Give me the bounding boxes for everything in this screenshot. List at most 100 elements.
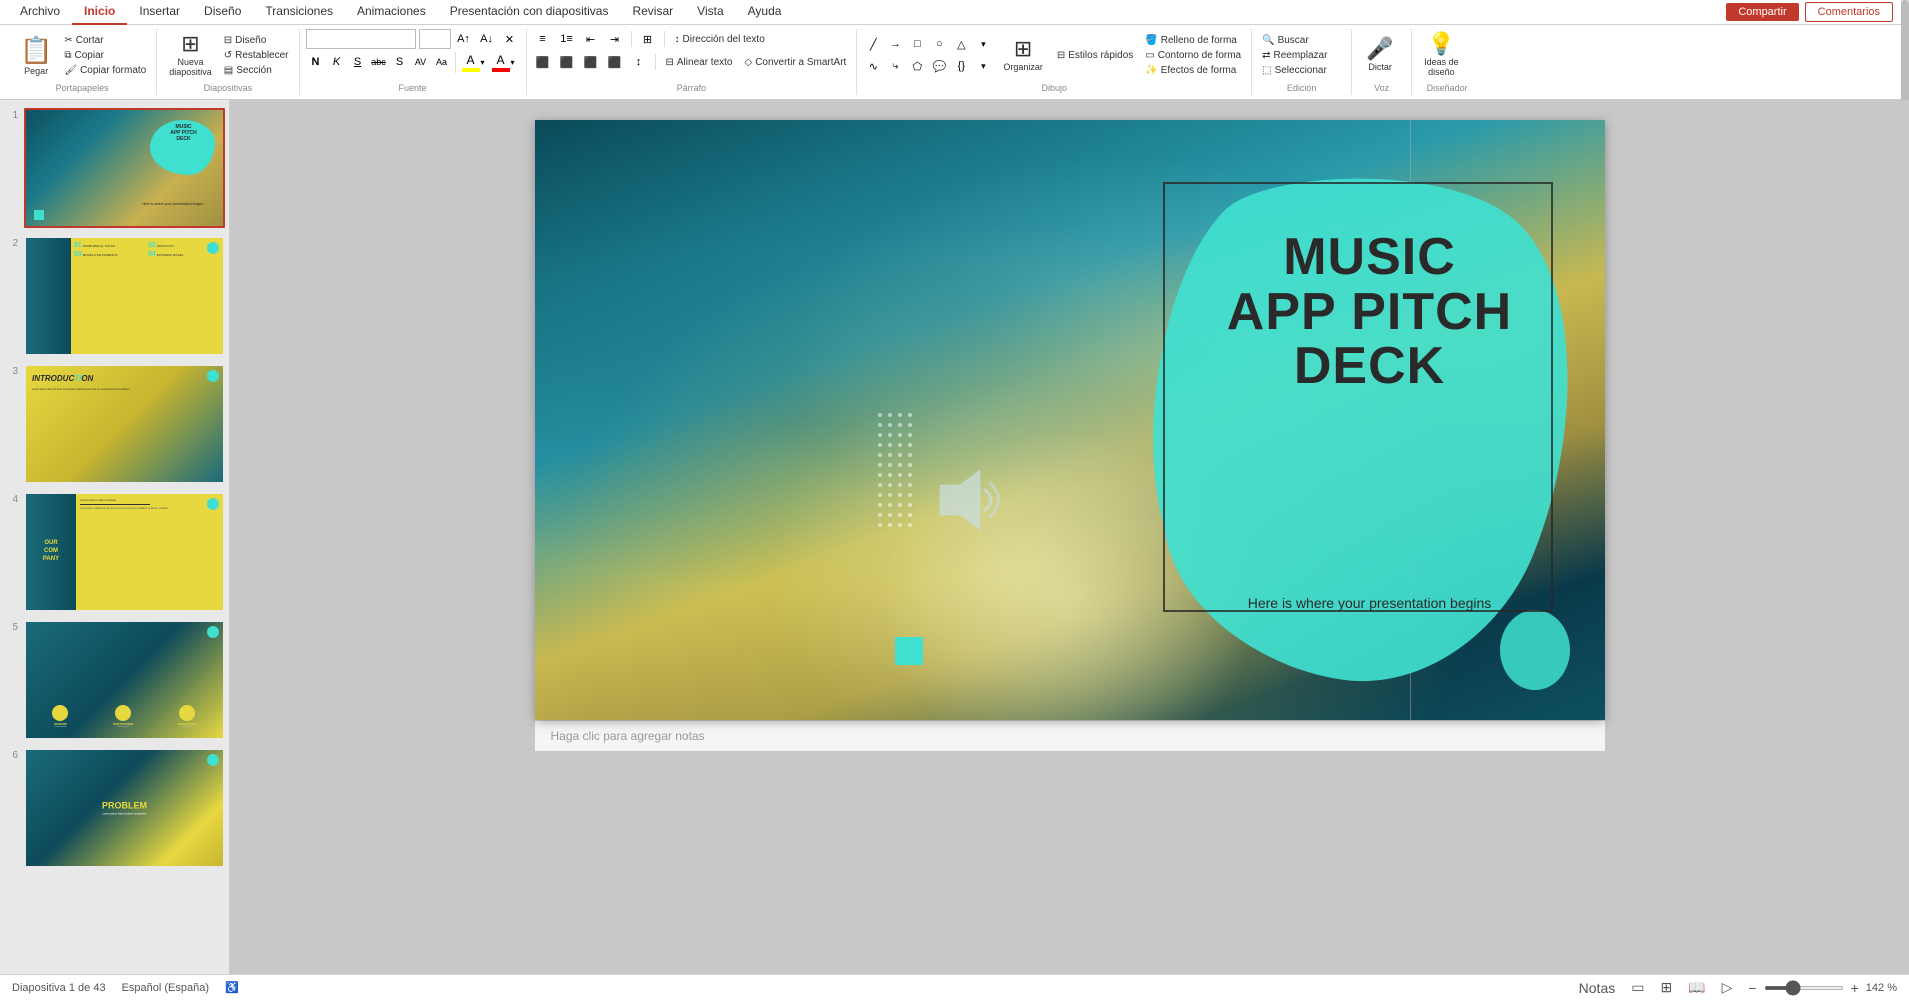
slide-sorter-button[interactable]: ⊞ bbox=[1657, 979, 1675, 996]
align-left-button[interactable]: ⬛ bbox=[533, 52, 553, 72]
design-ideas-button[interactable]: 💡 Ideas dediseño bbox=[1418, 29, 1465, 81]
italic-button[interactable]: K bbox=[327, 52, 347, 72]
slide-panel[interactable]: 1 MUSICAPP PITCHDECK Here is where your … bbox=[0, 100, 230, 992]
notes-toggle-button[interactable]: Notas bbox=[1576, 980, 1619, 996]
font-color-button[interactable]: A ▾ bbox=[489, 52, 518, 73]
slide-item-1[interactable]: 1 MUSICAPP PITCHDECK Here is where your … bbox=[4, 108, 225, 228]
comments-button[interactable]: Comentarios bbox=[1805, 2, 1893, 22]
numbering-button[interactable]: 1≡ bbox=[557, 29, 577, 49]
callout-tool[interactable]: 💬 bbox=[929, 56, 949, 76]
more-shapes-btn[interactable]: ▾ bbox=[973, 34, 993, 54]
status-bar: Diapositiva 1 de 43 Español (España) ♿ N… bbox=[0, 974, 1909, 1000]
normal-view-button[interactable]: ▭ bbox=[1628, 979, 1647, 996]
paste-label: Pegar bbox=[24, 66, 48, 76]
strikethrough-button[interactable]: abc bbox=[369, 52, 389, 72]
font-name-input[interactable] bbox=[306, 29, 416, 49]
section-button[interactable]: ▤ Sección bbox=[220, 64, 293, 77]
text-direction-icon: ↕ bbox=[675, 34, 680, 45]
columns-button[interactable]: ⊞ bbox=[638, 29, 658, 49]
curve-tool[interactable]: ∿ bbox=[863, 56, 883, 76]
oval-tool[interactable]: ○ bbox=[929, 34, 949, 54]
slide-thumb-6[interactable]: PROBLEM Lorem ipsum dolor sit amet conse… bbox=[24, 748, 225, 868]
zoom-out-button[interactable]: − bbox=[1745, 980, 1759, 996]
slide-canvas[interactable]: MUSICAPP PITCHDECK Here is where your pr… bbox=[535, 120, 1605, 720]
slide-item-4[interactable]: 4 OURCOMPANY Lorem ipsum dolor sit amet … bbox=[4, 492, 225, 612]
align-right-button[interactable]: ⬛ bbox=[581, 52, 601, 72]
slide-thumb-2[interactable]: 01 PROBLEMA AL TOCAR 02 PRODUCTO 03 MODE… bbox=[24, 236, 225, 356]
arrow-tool[interactable]: → bbox=[885, 34, 905, 54]
line-tool[interactable]: ╱ bbox=[863, 34, 883, 54]
connector-tool[interactable]: ⤷ bbox=[885, 56, 905, 76]
increase-font-button[interactable]: A↑ bbox=[454, 29, 474, 49]
quick-styles-button[interactable]: ⊟ Estilos rápidos bbox=[1053, 49, 1137, 62]
decrease-indent-button[interactable]: ⇤ bbox=[581, 29, 601, 49]
shape-outline-button[interactable]: ▭ Contorno de forma bbox=[1141, 49, 1245, 62]
group-dibujo: ╱ → □ ○ △ ▾ ∿ ⤷ ⬠ 💬 {} ▾ bbox=[857, 29, 1252, 95]
slide-thumb-3[interactable]: INTRODUCTION Lorem ipsum dolor sit amet … bbox=[24, 364, 225, 484]
slide-item-2[interactable]: 2 01 PROBLEMA AL TOCAR 02 PRODUCTO 03 MO… bbox=[4, 236, 225, 356]
format-painter-button[interactable]: 🖌 Copiar formato bbox=[60, 64, 150, 77]
tab-revisar[interactable]: Revisar bbox=[620, 0, 685, 25]
tab-insertar[interactable]: Insertar bbox=[127, 0, 192, 25]
paste-button[interactable]: 📋 Pegar bbox=[14, 31, 58, 80]
tab-presentacion[interactable]: Presentación con diapositivas bbox=[438, 0, 621, 25]
increase-indent-button[interactable]: ⇥ bbox=[605, 29, 625, 49]
shape-effects-button[interactable]: ✨ Efectos de forma bbox=[1141, 64, 1245, 77]
notes-bar[interactable]: Haga clic para agregar notas bbox=[535, 720, 1605, 751]
slide-item-6[interactable]: 6 PROBLEM Lorem ipsum dolor sit amet con… bbox=[4, 748, 225, 868]
copy-button[interactable]: ⧉ Copiar bbox=[60, 49, 150, 62]
zoom-slider[interactable] bbox=[1764, 986, 1844, 990]
tab-transiciones[interactable]: Transiciones bbox=[253, 0, 345, 25]
decrease-font-button[interactable]: A↓ bbox=[477, 29, 497, 49]
group-portapapeles: 📋 Pegar ✂ Cortar ⧉ Copiar 🖌 bbox=[8, 29, 157, 95]
tab-vista[interactable]: Vista bbox=[685, 0, 735, 25]
highlight-color-button[interactable]: A ▾ bbox=[459, 52, 488, 73]
zoom-in-button[interactable]: + bbox=[1848, 980, 1862, 996]
dictate-button[interactable]: 🎤 Dictar bbox=[1358, 34, 1402, 76]
reading-view-button[interactable]: 📖 bbox=[1685, 979, 1708, 996]
tab-ayuda[interactable]: Ayuda bbox=[736, 0, 794, 25]
tab-diseno[interactable]: Diseño bbox=[192, 0, 253, 25]
bold-button[interactable]: N bbox=[306, 52, 326, 72]
rect-tool[interactable]: □ bbox=[907, 34, 927, 54]
canvas-area[interactable]: MUSICAPP PITCHDECK Here is where your pr… bbox=[230, 100, 1909, 992]
slide-item-3[interactable]: 3 INTRODUCTION Lorem ipsum dolor sit ame… bbox=[4, 364, 225, 484]
spacing-button[interactable]: AV bbox=[411, 52, 431, 72]
shape-fill-button[interactable]: 🪣 Relleno de forma bbox=[1141, 34, 1245, 47]
tab-animaciones[interactable]: Animaciones bbox=[345, 0, 438, 25]
underline-button[interactable]: S bbox=[348, 52, 368, 72]
more-btn2[interactable]: ▾ bbox=[973, 56, 993, 76]
equation-tool[interactable]: {} bbox=[951, 56, 971, 76]
organize-button[interactable]: ⊞ Organizar bbox=[997, 34, 1049, 76]
layout-button[interactable]: ⊟ Diseño bbox=[220, 34, 293, 47]
pentagon-tool[interactable]: ⬠ bbox=[907, 56, 927, 76]
slide-thumb-1[interactable]: MUSICAPP PITCHDECK Here is where your pr… bbox=[24, 108, 225, 228]
bullets-button[interactable]: ≡ bbox=[533, 29, 553, 49]
text-direction-button[interactable]: ↕ Dirección del texto bbox=[671, 33, 769, 46]
font-size-input[interactable] bbox=[419, 29, 451, 49]
slide-thumb-4[interactable]: OURCOMPANY Lorem ipsum dolor sit amet Co… bbox=[24, 492, 225, 612]
slide-thumb-5[interactable]: JOHN DOE Lorem ipsum IVAN PETERSON Lorem… bbox=[24, 620, 225, 740]
find-button[interactable]: 🔍 Buscar bbox=[1258, 34, 1331, 47]
tab-inicio[interactable]: Inicio bbox=[72, 0, 127, 25]
shadow-button[interactable]: S bbox=[390, 52, 410, 72]
replace-button[interactable]: ⇄ Reemplazar bbox=[1258, 49, 1331, 62]
align-text-button[interactable]: ⊟ Alinear texto bbox=[662, 56, 737, 69]
align-center-button[interactable]: ⬛ bbox=[557, 52, 577, 72]
line-spacing-button[interactable]: ↕ bbox=[629, 52, 649, 72]
reset-button[interactable]: ↺ Restablecer bbox=[220, 49, 293, 62]
select-button[interactable]: ⬚ Seleccionar bbox=[1258, 64, 1331, 77]
case-button[interactable]: Aa bbox=[432, 52, 452, 72]
dotted-grid bbox=[875, 410, 925, 530]
ribbon-tabs: Archivo Inicio Insertar Diseño Transicio… bbox=[0, 0, 1909, 25]
clear-format-button[interactable]: ✕ bbox=[500, 29, 520, 49]
tab-archivo[interactable]: Archivo bbox=[8, 0, 72, 25]
triangle-tool[interactable]: △ bbox=[951, 34, 971, 54]
justify-button[interactable]: ⬛ bbox=[605, 52, 625, 72]
share-button[interactable]: Compartir bbox=[1726, 3, 1798, 21]
new-slide-button[interactable]: ⊞ Nuevadiapositiva bbox=[163, 29, 218, 81]
cut-button[interactable]: ✂ Cortar bbox=[60, 34, 150, 47]
slide-item-5[interactable]: 5 JOHN DOE Lorem ipsum IVAN PETERSON Lor… bbox=[4, 620, 225, 740]
slideshow-button[interactable]: ▷ bbox=[1719, 979, 1736, 996]
smartart-button[interactable]: ◇ Convertir a SmartArt bbox=[740, 56, 850, 69]
